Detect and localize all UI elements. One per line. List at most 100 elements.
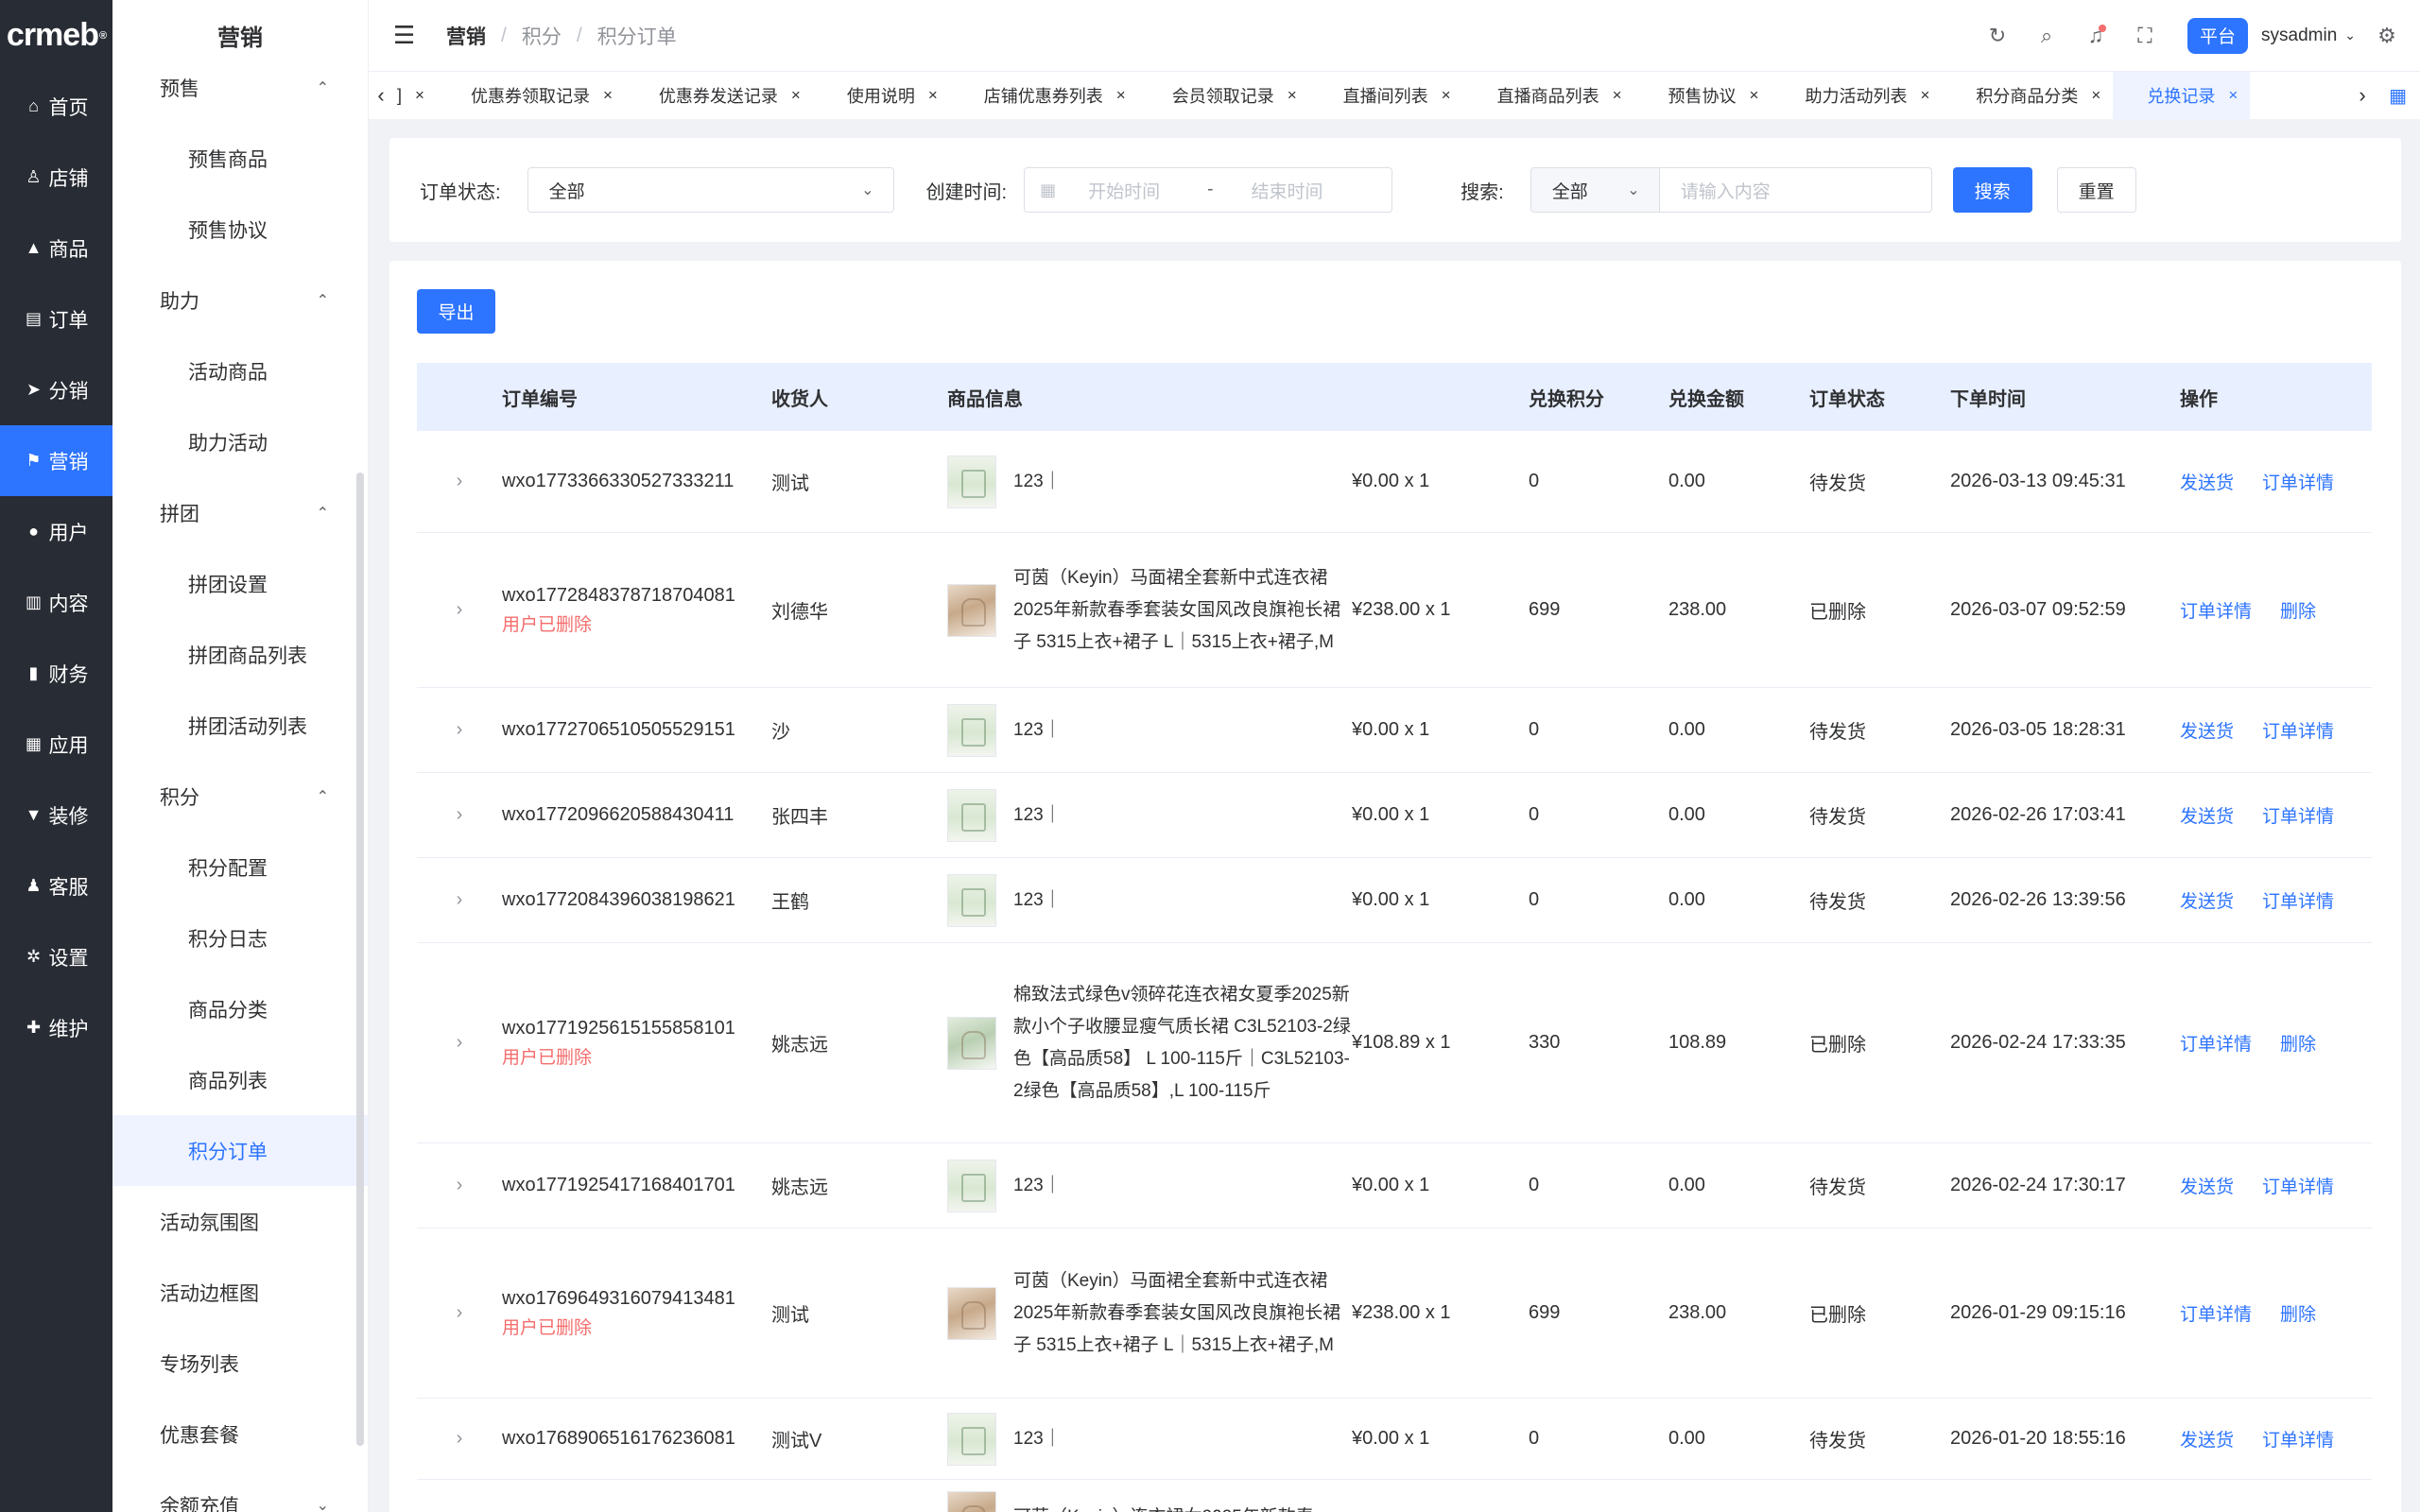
start-time-input[interactable]: 开始时间 [1088, 178, 1160, 203]
tab-item[interactable]: 积分商品分类 × [1942, 72, 2113, 120]
tab-item[interactable]: 使用说明 × [813, 72, 950, 120]
platform-badge[interactable]: 平台 [2187, 17, 2249, 54]
product-image[interactable] [947, 1016, 996, 1070]
tab-item[interactable]: ] × [393, 72, 437, 120]
rail-item-6[interactable]: ● 用户 [0, 496, 112, 567]
sidebar-item[interactable]: 拼团商品列表 [112, 619, 368, 690]
rail-item-0[interactable]: ⌂ 首页 [0, 71, 112, 142]
tab-item[interactable]: 会员领取记录 × [1138, 72, 1309, 120]
sidebar-group[interactable]: 助力 ⌃ [112, 265, 368, 335]
sidebar-item[interactable]: 预售协议 [112, 194, 368, 265]
refresh-icon[interactable]: ↻ [1985, 24, 2010, 48]
close-icon[interactable]: × [1442, 86, 1451, 105]
sidebar-group[interactable]: 积分 ⌃ [112, 761, 368, 832]
rail-item-5[interactable]: ⚑ 营销 [0, 425, 112, 496]
rail-item-12[interactable]: ✲ 设置 [0, 921, 112, 992]
action-link[interactable]: 订单详情 [2262, 887, 2334, 913]
rail-item-4[interactable]: ➤ 分销 [0, 354, 112, 425]
user-menu[interactable]: sysadmin ⌄ [2261, 26, 2356, 46]
sidebar-group[interactable]: 拼团 ⌃ [112, 477, 368, 548]
action-link[interactable]: 订单详情 [2180, 597, 2252, 623]
action-link[interactable]: 发送货 [2180, 469, 2234, 494]
tab-item[interactable]: 直播间列表 × [1309, 72, 1463, 120]
product-image[interactable] [947, 1412, 996, 1466]
rail-item-8[interactable]: ▮ 财务 [0, 638, 112, 709]
expand-icon[interactable]: › [417, 719, 502, 741]
action-link[interactable]: 订单详情 [2262, 469, 2334, 494]
export-button[interactable]: 导出 [417, 289, 495, 334]
expand-icon[interactable]: › [417, 1302, 502, 1324]
action-link[interactable]: 删除 [2280, 597, 2316, 623]
sidebar-scrollbar[interactable] [356, 472, 364, 1446]
action-link[interactable]: 发送货 [2180, 887, 2234, 913]
action-link[interactable]: 订单详情 [2262, 717, 2334, 743]
rail-item-7[interactable]: ▥ 内容 [0, 567, 112, 638]
menu-toggle-icon[interactable]: ☰ [393, 21, 422, 50]
sidebar-item[interactable]: 活动商品 [112, 335, 368, 406]
sidebar-group[interactable]: 专场列表 [112, 1328, 368, 1399]
search-icon[interactable]: ⌕ [2034, 24, 2059, 48]
action-link[interactable]: 订单详情 [2262, 802, 2334, 828]
sidebar-item[interactable]: 商品分类 [112, 973, 368, 1044]
tab-item[interactable]: 店铺优惠券列表 × [950, 72, 1138, 120]
close-icon[interactable]: × [415, 86, 424, 105]
rail-item-10[interactable]: ▼ 装修 [0, 780, 112, 850]
product-image[interactable] [947, 1286, 996, 1340]
rail-item-13[interactable]: ✚ 维护 [0, 992, 112, 1063]
fullscreen-icon[interactable]: ⛶ [2133, 24, 2157, 48]
expand-icon[interactable]: › [417, 889, 502, 911]
search-type-select[interactable]: 全部 ⌄ [1530, 167, 1660, 213]
action-link[interactable]: 订单详情 [2180, 1300, 2252, 1326]
rail-item-2[interactable]: ▲ 商品 [0, 213, 112, 284]
date-range-picker[interactable]: ▦ 开始时间 - 结束时间 [1024, 167, 1393, 213]
action-link[interactable]: 发送货 [2180, 717, 2234, 743]
product-image[interactable] [947, 703, 996, 757]
close-icon[interactable]: × [928, 86, 938, 105]
expand-icon[interactable]: › [417, 1428, 502, 1450]
sidebar-item[interactable]: 助力活动 [112, 406, 368, 477]
action-link[interactable]: 订单详情 [2262, 1173, 2334, 1198]
search-button[interactable]: 搜索 [1952, 167, 2032, 213]
sidebar-item[interactable]: 拼团设置 [112, 548, 368, 619]
close-icon[interactable]: × [1116, 86, 1126, 105]
breadcrumb-item[interactable]: 积分 [522, 22, 562, 50]
reset-button[interactable]: 重置 [2056, 167, 2136, 213]
action-link[interactable]: 订单详情 [2262, 1426, 2334, 1452]
expand-icon[interactable]: › [417, 599, 502, 621]
tab-item[interactable]: 直播商品列表 × [1463, 72, 1634, 120]
close-icon[interactable]: × [1920, 86, 1929, 105]
rail-item-3[interactable]: ▤ 订单 [0, 284, 112, 354]
gear-icon[interactable]: ⚙ [2375, 24, 2399, 48]
tab-item[interactable]: 兑换记录 × [2113, 71, 2251, 120]
product-image[interactable] [947, 788, 996, 842]
action-link[interactable]: 发送货 [2180, 1426, 2234, 1452]
action-link[interactable]: 删除 [2280, 1300, 2316, 1326]
close-icon[interactable]: × [2228, 86, 2238, 105]
product-image[interactable] [947, 583, 996, 637]
sidebar-group[interactable]: 活动边框图 [112, 1257, 368, 1328]
end-time-input[interactable]: 结束时间 [1251, 178, 1322, 203]
product-image[interactable] [947, 455, 996, 508]
sidebar-item[interactable]: 商品列表 [112, 1044, 368, 1115]
sidebar-item[interactable]: 预售商品 [112, 123, 368, 194]
sidebar-group[interactable]: 预售 ⌃ [112, 52, 368, 123]
sidebar-group[interactable]: 活动氛围图 [112, 1186, 368, 1257]
tab-item[interactable]: 助力活动列表 × [1771, 72, 1942, 120]
sidebar-group[interactable]: 优惠套餐 [112, 1399, 368, 1469]
close-icon[interactable]: × [791, 86, 801, 105]
close-icon[interactable]: × [1750, 86, 1759, 105]
close-icon[interactable]: × [1288, 86, 1297, 105]
expand-icon[interactable]: › [417, 471, 502, 492]
logo[interactable]: crmeb ® [0, 0, 112, 71]
expand-icon[interactable]: › [417, 804, 502, 826]
rail-item-11[interactable]: ♟ 客服 [0, 850, 112, 921]
rail-item-9[interactable]: ▦ 应用 [0, 709, 112, 780]
product-image[interactable] [947, 1159, 996, 1212]
action-link[interactable]: 订单详情 [2180, 1030, 2252, 1056]
expand-icon[interactable]: › [417, 1032, 502, 1054]
sidebar-item[interactable]: 积分日志 [112, 902, 368, 973]
sidebar-item[interactable]: 积分订单 [112, 1115, 368, 1186]
action-link[interactable]: 删除 [2280, 1030, 2316, 1056]
action-link[interactable]: 发送货 [2180, 1173, 2234, 1198]
expand-icon[interactable]: › [417, 1175, 502, 1196]
